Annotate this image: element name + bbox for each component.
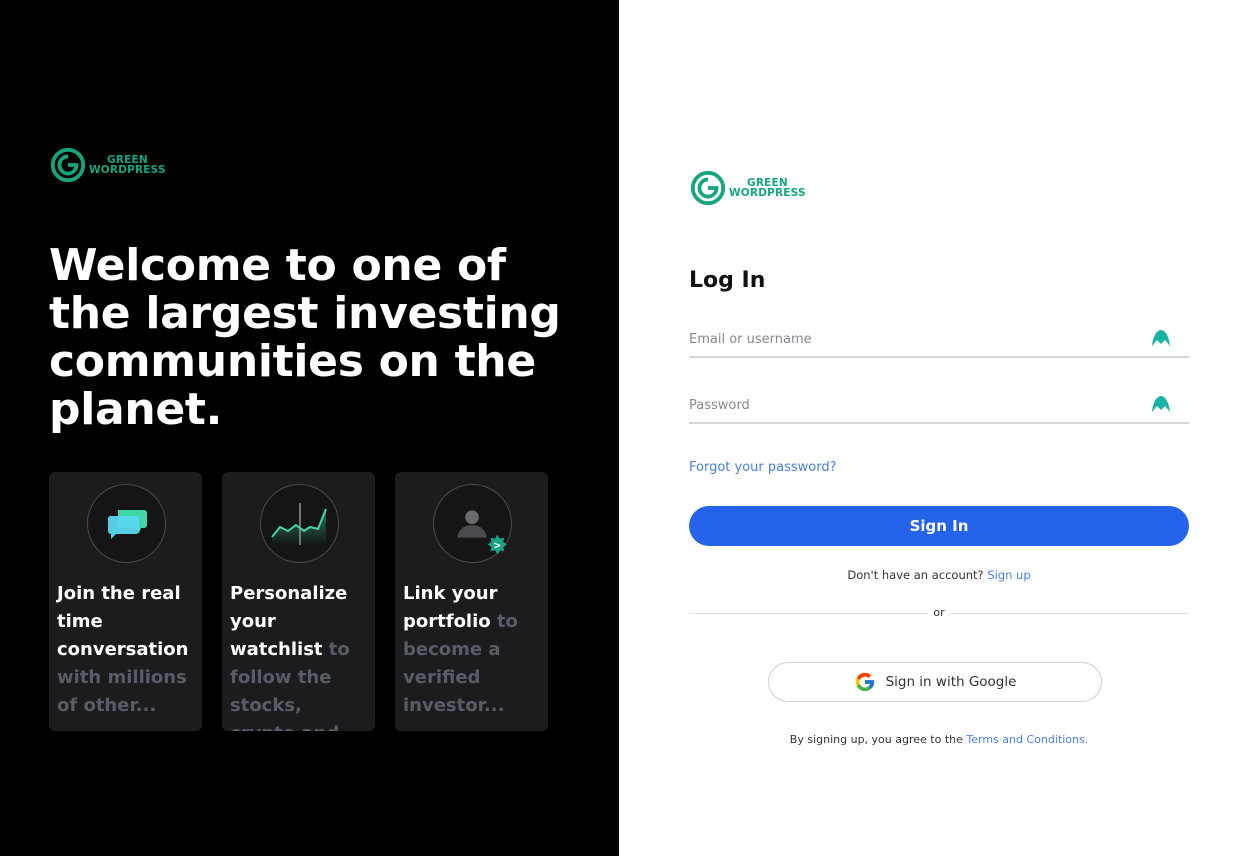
forgot-password-link[interactable]: Forgot your password? — [689, 460, 837, 475]
line-chart-icon — [260, 484, 339, 563]
google-sign-in-label: Sign in with Google — [885, 674, 1017, 690]
password-field — [689, 388, 1189, 424]
feature-card-text: Link your portfolio to become a verified… — [403, 580, 543, 720]
card-highlight: Join the real time conversation — [57, 583, 189, 660]
promo-panel: GREEN WORDPRESS Welcome to one of the la… — [0, 0, 619, 856]
card-highlight: Link your portfolio — [403, 583, 498, 632]
sign-up-link[interactable]: Sign up — [987, 568, 1030, 582]
feature-card-portfolio[interactable]: > Link your portfolio to become a verifi… — [395, 472, 548, 731]
brand-line2: WORDPRESS — [89, 164, 166, 176]
brand-logo[interactable]: GREEN WORDPRESS — [689, 169, 806, 207]
brand-line2: WORDPRESS — [729, 187, 806, 199]
brand-logo-icon — [690, 170, 726, 206]
email-input[interactable] — [689, 322, 1139, 356]
verified-user-icon: > — [433, 484, 512, 563]
google-icon — [855, 672, 874, 692]
terms-prefix: By signing up, you agree to the — [789, 733, 963, 746]
google-sign-in-button[interactable]: Sign in with Google — [768, 662, 1102, 702]
brand-logo-icon — [50, 147, 86, 183]
feature-card-conversation[interactable]: Join the real time conversation with mil… — [49, 472, 202, 731]
login-title: Log In — [689, 268, 766, 293]
svg-text:>: > — [493, 540, 501, 551]
hero-headline: Welcome to one of the largest investing … — [49, 240, 561, 435]
brand-logo[interactable]: GREEN WORDPRESS — [49, 146, 166, 184]
brand-wordmark: GREEN WORDPRESS — [729, 178, 806, 199]
feature-card-text: Join the real time conversation with mil… — [57, 580, 197, 720]
terms-text: By signing up, you agree to the Terms an… — [689, 733, 1189, 746]
no-account-label: Don't have an account? — [847, 568, 984, 582]
password-manager-icon[interactable] — [1150, 327, 1172, 349]
no-account-text: Don't have an account? Sign up — [689, 568, 1189, 582]
chat-bubbles-icon — [87, 484, 166, 563]
terms-link[interactable]: Terms and Conditions. — [966, 733, 1088, 746]
password-input[interactable] — [689, 388, 1139, 422]
feature-card-text: Personalize your watchlist to follow the… — [230, 580, 370, 731]
card-rest: with millions of other... — [57, 667, 187, 716]
feature-cards: Join the real time conversation with mil… — [49, 472, 548, 731]
or-separator: or — [928, 606, 950, 619]
sign-in-button[interactable]: Sign In — [689, 506, 1189, 546]
feature-card-watchlist[interactable]: Personalize your watchlist to follow the… — [222, 472, 375, 731]
password-manager-icon[interactable] — [1150, 393, 1172, 415]
email-field — [689, 322, 1189, 358]
brand-wordmark: GREEN WORDPRESS — [89, 155, 166, 176]
